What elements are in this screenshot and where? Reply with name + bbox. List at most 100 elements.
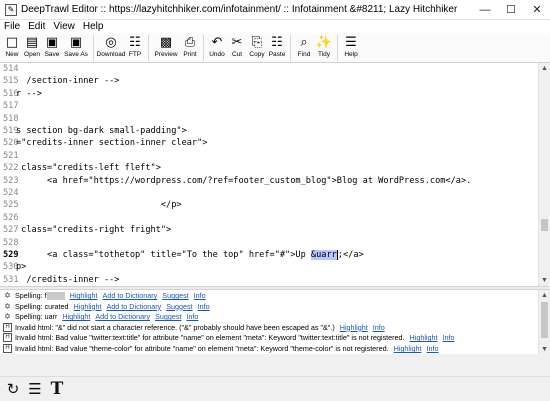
code-line[interactable]: 514 — [0, 63, 538, 76]
download-button[interactable]: ◎ Download — [97, 33, 126, 59]
preview-button[interactable]: ▩ Preview — [152, 33, 180, 59]
status-area — [0, 354, 550, 376]
menu-help[interactable]: Help — [79, 21, 108, 32]
selected-text[interactable]: &uarr — [310, 250, 337, 260]
code-line[interactable]: 528 — [0, 237, 538, 250]
code-line[interactable]: 529 <a class="tothetop" title="To the to… — [0, 249, 538, 262]
issue-link-add-to-dictionary[interactable]: Add to Dictionary — [95, 312, 150, 321]
save-as-icon: ▣ — [69, 34, 83, 50]
issue-link-suggest[interactable]: Suggest — [166, 302, 192, 311]
code-line[interactable]: 530 p> — [0, 261, 538, 274]
scroll-down-icon[interactable]: ▼ — [539, 275, 550, 286]
code-line[interactable]: 522 class="credits-left fleft"> — [0, 162, 538, 175]
code-line[interactable]: 515 /section-inner --> — [0, 75, 538, 88]
scroll-up-icon[interactable]: ▲ — [539, 63, 550, 74]
refresh-icon[interactable]: ↻ — [4, 380, 22, 398]
editor-scrollbar[interactable]: ▲ ▼ — [538, 63, 550, 286]
minimize-button[interactable]: — — [472, 0, 498, 20]
scroll-thumb[interactable] — [541, 302, 548, 338]
scroll-thumb[interactable] — [541, 219, 548, 231]
issue-link-info[interactable]: Info — [194, 291, 206, 300]
issue-link-info[interactable]: Info — [443, 333, 455, 342]
new-label: New — [5, 51, 19, 58]
text-icon[interactable]: T — [48, 379, 66, 399]
code-text: r --> — [16, 88, 42, 99]
undo-button[interactable]: ↶ Undo — [207, 33, 227, 59]
find-button[interactable]: ⌕ Find — [294, 33, 314, 59]
menu-file[interactable]: File — [0, 21, 24, 32]
issue-link-suggest[interactable]: Suggest — [155, 312, 181, 321]
menu-edit[interactable]: Edit — [24, 21, 49, 32]
issue-link-highlight[interactable]: Highlight — [70, 291, 98, 300]
code-line[interactable]: 519 s section bg-dark small-padding"> — [0, 125, 538, 138]
document-icon[interactable]: ☰ — [26, 380, 44, 398]
save-label: Save — [44, 51, 60, 58]
html-error-icon: H — [3, 344, 12, 353]
code-line[interactable]: 518 — [0, 113, 538, 126]
paste-icon: ☷ — [271, 34, 283, 50]
maximize-button[interactable]: ☐ — [498, 0, 524, 20]
code-line[interactable]: 523 <a href="https://wordpress.com/?ref=… — [0, 175, 538, 188]
issue-link-highlight[interactable]: Highlight — [74, 302, 102, 311]
scroll-up-icon[interactable]: ▲ — [539, 290, 550, 300]
code-line[interactable]: 517 — [0, 100, 538, 113]
issue-row[interactable]: ✡ Spelling: uarr Highlight Add to Dictionar… — [0, 311, 538, 322]
code-text-after: ;</a> — [336, 250, 364, 260]
code-line[interactable]: 526 — [0, 212, 538, 225]
issue-link-add-to-dictionary[interactable]: Add to Dictionary — [107, 302, 162, 311]
issue-link-highlight[interactable]: Highlight — [62, 312, 90, 321]
issue-message: Spelling: curated — [15, 301, 69, 311]
issue-link-highlight[interactable]: Highlight — [394, 344, 422, 353]
code-line[interactable]: 516 r --> — [0, 88, 538, 101]
open-label: Open — [24, 51, 40, 58]
issue-row[interactable]: H Invalid html: "&" did not start a chara… — [0, 322, 538, 333]
paste-button[interactable]: ☷ Paste — [267, 33, 287, 59]
issue-row[interactable]: ✡ Spelling: f Highlight Add to Dictionary Su… — [0, 290, 538, 301]
issue-link-info[interactable]: Info — [198, 302, 210, 311]
code-line[interactable]: 531 /credits-inner --> — [0, 274, 538, 286]
code-line[interactable]: 521 — [0, 150, 538, 163]
menu-view[interactable]: View — [49, 21, 79, 32]
tidy-button[interactable]: ✨ Tidy — [314, 33, 334, 59]
issue-link-add-to-dictionary[interactable]: Add to Dictionary — [103, 291, 158, 300]
issue-row[interactable]: H Invalid html: Bad value "twitter:text:t… — [0, 332, 538, 343]
find-label: Find — [297, 51, 311, 58]
issue-link-suggest[interactable]: Suggest — [162, 291, 188, 300]
help-label: Help — [344, 51, 358, 58]
code-text: /credits-inner --> — [16, 274, 120, 285]
issue-row[interactable]: H Invalid html: Bad value "theme-color" f… — [0, 343, 538, 354]
bottom-toolbar: ↻ ☰ T — [0, 376, 550, 401]
help-button[interactable]: ☰ Help — [341, 33, 361, 59]
copy-button[interactable]: ⎘ Copy — [247, 33, 267, 59]
print-icon: ⎙ — [184, 34, 196, 50]
ftp-label: FTP — [128, 51, 142, 58]
line-number: 514 — [3, 64, 19, 74]
code-line[interactable]: 524 — [0, 187, 538, 200]
save-as-button[interactable]: ▣ Save As — [62, 33, 90, 59]
toolbar-separator — [148, 35, 149, 61]
close-button[interactable]: ✕ — [524, 0, 550, 20]
code-text: <a href="https://wordpress.com/?ref=foot… — [16, 175, 472, 186]
code-editor[interactable]: 514 515 /section-inner --> 516 r --> 517 518 5… — [0, 63, 550, 286]
save-button[interactable]: ▣ Save — [42, 33, 62, 59]
issue-link-highlight[interactable]: Highlight — [410, 333, 438, 342]
undo-icon: ↶ — [211, 34, 223, 50]
issue-link-info[interactable]: Info — [427, 344, 439, 353]
issue-row[interactable]: ✡ Spelling: curated Highlight Add to Dictio… — [0, 301, 538, 312]
scroll-down-icon[interactable]: ▼ — [539, 344, 550, 354]
ftp-button[interactable]: ☷ FTP — [125, 33, 145, 59]
code-line[interactable]: 527 class="credits-right fright"> — [0, 224, 538, 237]
issues-scrollbar[interactable]: ▲ ▼ — [538, 290, 550, 354]
new-icon: □ — [5, 34, 19, 50]
new-button[interactable]: □ New — [2, 33, 22, 59]
issue-link-highlight[interactable]: Highlight — [340, 323, 368, 332]
cut-button[interactable]: ✂ Cut — [227, 33, 247, 59]
cut-label: Cut — [231, 51, 243, 58]
open-button[interactable]: ▤ Open — [22, 33, 42, 59]
issue-link-info[interactable]: Info — [373, 323, 385, 332]
issue-link-info[interactable]: Info — [186, 312, 198, 321]
code-line[interactable]: 525 </p> — [0, 199, 538, 212]
print-button[interactable]: ⎙ Print — [180, 33, 200, 59]
undo-label: Undo — [209, 51, 225, 58]
code-line[interactable]: 520 ="credits-inner section-inner clear"> — [0, 137, 538, 150]
